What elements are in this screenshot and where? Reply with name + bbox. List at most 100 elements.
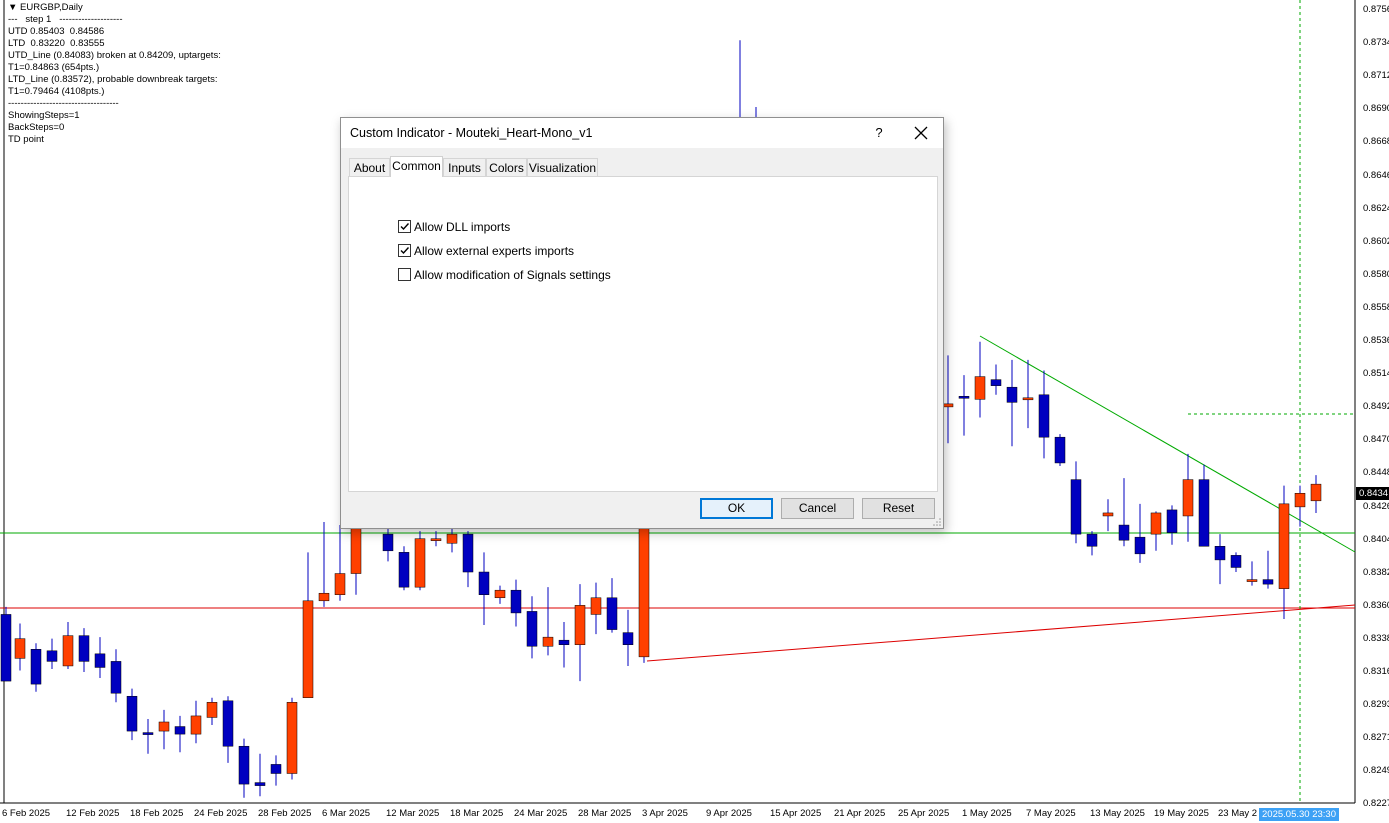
bear-candle xyxy=(1118,524,1130,541)
date-label: 12 Mar 2025 xyxy=(386,808,440,819)
info-line: LTD 0.83220 0.83555 xyxy=(8,38,105,49)
tab-visualization[interactable]: Visualization xyxy=(527,158,598,176)
bear-candle xyxy=(462,533,474,573)
date-label: 12 Feb 2025 xyxy=(66,808,120,819)
info-line: T1=0.84863 (654pts.) xyxy=(8,62,100,73)
checkmark-icon xyxy=(400,247,410,255)
bull-candle xyxy=(1310,483,1322,502)
tab-common[interactable]: Common xyxy=(390,156,443,177)
bear-candle xyxy=(46,650,58,662)
price-label: 0.8558 xyxy=(1363,301,1389,313)
close-button[interactable] xyxy=(907,120,935,146)
allow-external-experts-checkbox[interactable] xyxy=(398,244,411,257)
bear-candle xyxy=(558,639,570,645)
ok-button[interactable]: OK xyxy=(700,498,773,519)
bull-candle xyxy=(1246,579,1258,582)
price-label: 0.8646 xyxy=(1363,169,1389,181)
symbol-label: ▼ EURGBP,Daily xyxy=(8,2,83,13)
bull-candle xyxy=(1150,512,1162,535)
tab-about[interactable]: About xyxy=(349,158,390,176)
bear-candle xyxy=(1006,386,1018,403)
bull-candle xyxy=(1294,492,1306,508)
bear-candle xyxy=(1086,533,1098,547)
bull-candle xyxy=(334,573,346,595)
bear-candle xyxy=(1214,546,1226,561)
bull-candle xyxy=(590,597,602,615)
price-label: 0.8426 xyxy=(1363,500,1389,512)
tab-inputs[interactable]: Inputs xyxy=(443,158,486,176)
date-label: 7 May 2025 xyxy=(1026,808,1076,819)
bear-candle xyxy=(174,726,186,735)
allow-external-experts-label: Allow external experts imports xyxy=(414,244,575,258)
bear-candle xyxy=(238,745,250,785)
price-label: 0.8624 xyxy=(1363,202,1389,214)
bear-candle xyxy=(622,632,634,645)
bear-candle xyxy=(94,653,106,668)
date-label: 3 Apr 2025 xyxy=(642,808,688,819)
bear-candle xyxy=(126,695,138,732)
info-line: ----------------------------------- xyxy=(8,98,119,109)
info-line: --- step 1 -------------------- xyxy=(8,14,123,25)
bull-candle xyxy=(494,589,506,599)
bear-candle xyxy=(606,597,618,630)
bull-candle xyxy=(318,592,330,602)
date-label: 21 Apr 2025 xyxy=(834,808,886,819)
bear-candle xyxy=(990,379,1002,386)
checkmark-icon xyxy=(400,223,410,231)
price-label: 0.8382 xyxy=(1363,566,1389,578)
price-label: 0.8227 xyxy=(1363,798,1389,810)
allow-dll-imports-checkbox[interactable] xyxy=(398,220,411,233)
bear-candle xyxy=(142,732,154,735)
allow-dll-imports-label: Allow DLL imports xyxy=(414,220,511,234)
cancel-button[interactable]: Cancel xyxy=(781,498,854,519)
bear-candle xyxy=(1262,579,1274,585)
bear-candle xyxy=(78,635,90,662)
reset-button[interactable]: Reset xyxy=(862,498,935,519)
date-label: 18 Mar 2025 xyxy=(450,808,504,819)
price-label: 0.8293 xyxy=(1363,699,1389,711)
dialog-titlebar[interactable]: Custom Indicator - Mouteki_Heart-Mono_v1… xyxy=(341,118,943,148)
bull-candle xyxy=(638,509,650,658)
date-label: 13 May 2025 xyxy=(1090,808,1145,819)
custom-indicator-dialog: Custom Indicator - Mouteki_Heart-Mono_v1… xyxy=(340,117,944,529)
bear-candle xyxy=(382,533,394,552)
bear-candle xyxy=(398,552,410,588)
price-label: 0.8514 xyxy=(1363,368,1389,380)
bear-candle xyxy=(1166,509,1178,533)
bull-candle xyxy=(974,376,986,400)
tab-colors[interactable]: Colors xyxy=(486,158,527,176)
bear-candle xyxy=(1230,555,1242,568)
bear-candle xyxy=(222,700,234,747)
price-label: 0.8316 xyxy=(1363,666,1389,677)
date-label: 9 Apr 2025 xyxy=(706,808,752,819)
ltd-trend-line xyxy=(646,604,1356,662)
date-label: 23 May 2 xyxy=(1218,808,1258,819)
price-label: 0.8756 xyxy=(1363,4,1389,15)
allow-signals-modification-label: Allow modification of Signals settings xyxy=(414,268,611,282)
date-label: 25 Apr 2025 xyxy=(898,808,950,819)
price-label: 0.8360 xyxy=(1363,599,1389,611)
price-label: 0.8249 xyxy=(1363,765,1389,777)
bull-candle xyxy=(302,600,314,699)
price-label: 0.8712 xyxy=(1363,70,1389,82)
info-lines: --- step 1 -------------------- UTD 0.854… xyxy=(8,14,221,146)
bull-candle xyxy=(158,721,170,732)
bull-candle xyxy=(414,538,426,588)
price-label: 0.8536 xyxy=(1363,335,1389,346)
info-line: LTD_Line (0.83572), probable downbreak t… xyxy=(8,74,218,85)
bull-candle xyxy=(190,715,202,735)
date-label: 6 Mar 2025 xyxy=(322,808,371,819)
bear-candle xyxy=(1134,536,1146,555)
resize-grip-icon[interactable] xyxy=(933,518,941,526)
price-label: 0.8271 xyxy=(1363,732,1389,744)
help-button[interactable]: ? xyxy=(868,122,890,144)
date-label: 24 Feb 2025 xyxy=(194,808,248,819)
bear-candle xyxy=(510,589,522,614)
price-label: 0.8690 xyxy=(1363,103,1389,115)
price-label: 0.8448 xyxy=(1363,467,1389,479)
allow-signals-modification-checkbox[interactable] xyxy=(398,268,411,281)
dialog-title: Custom Indicator - Mouteki_Heart-Mono_v1 xyxy=(350,126,593,140)
bear-candle xyxy=(1198,479,1210,547)
bull-candle xyxy=(1022,397,1034,401)
bull-candle xyxy=(62,635,74,667)
